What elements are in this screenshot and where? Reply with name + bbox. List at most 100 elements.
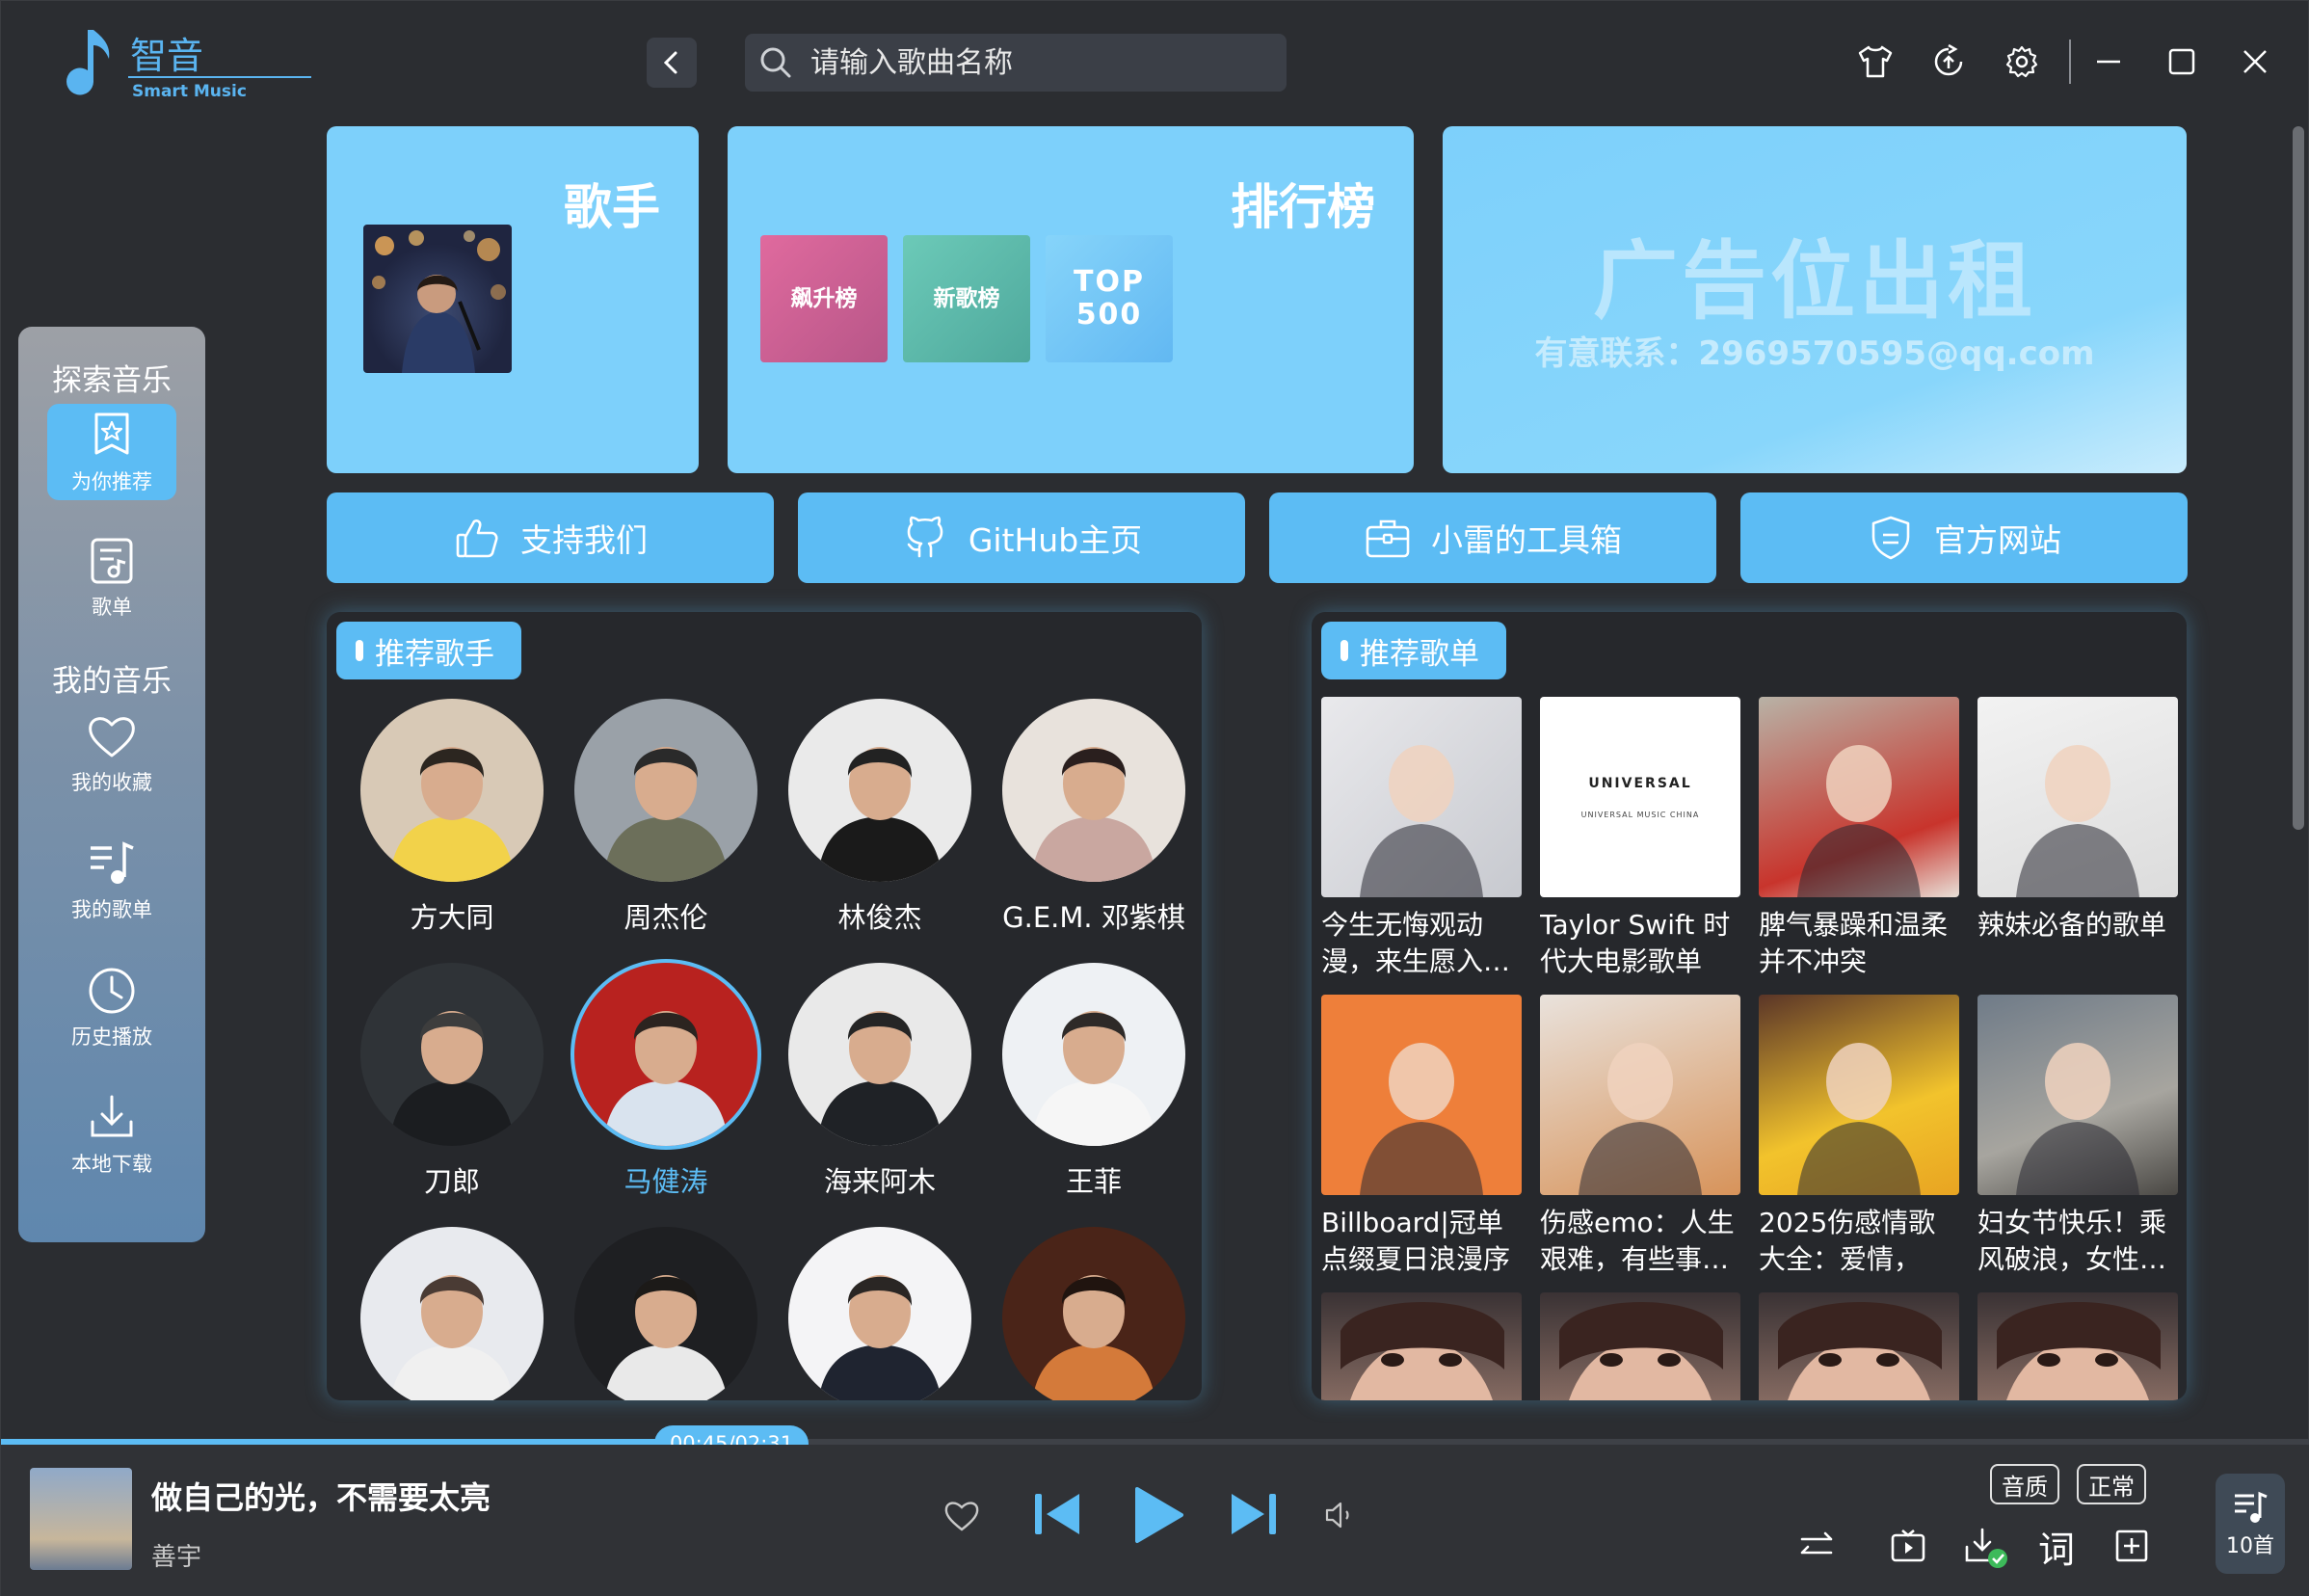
playlist-card[interactable]: 2025伤感情歌大全：爱情，他… [1759, 995, 1959, 1278]
titlebar-divider [2069, 40, 2071, 84]
maximize-icon [2168, 48, 2195, 75]
ad-banner-title: 广告位出租 [1592, 231, 2036, 331]
playlist-card[interactable]: 妇女节快乐！乘风破浪，女性… [1977, 995, 2178, 1278]
maximize-button[interactable] [2160, 40, 2204, 84]
download-song-button[interactable] [1959, 1520, 2013, 1574]
sidebar-item-history[interactable]: 历史播放 [47, 959, 176, 1055]
sidebar-item-playlists[interactable]: 歌单 [47, 529, 176, 625]
skin-button[interactable] [1853, 40, 1898, 84]
add-to-playlist-button[interactable] [2108, 1522, 2156, 1570]
artist-card[interactable]: 刀郎 [346, 963, 558, 1200]
settings-button[interactable] [2000, 40, 2044, 84]
artist-name: 方大同 [410, 901, 494, 934]
sidebar-section-explore: 探索音乐 [52, 363, 172, 398]
search-input[interactable] [810, 45, 1254, 80]
sidebar-item-favorites[interactable]: 我的收藏 [47, 705, 176, 801]
artist-card[interactable]: 林俊杰 [774, 699, 986, 936]
playlist-title: 辣妹必备的歌单 [1977, 909, 2167, 941]
artist-card[interactable]: 方大同 [346, 699, 558, 936]
artist-card[interactable]: 海来阿木 [774, 963, 986, 1200]
lyrics-button[interactable]: 词 [2032, 1522, 2081, 1571]
toolbox-button[interactable]: 小雷的工具箱 [1269, 492, 1716, 583]
play-order-button[interactable] [1793, 1522, 1842, 1570]
ad-banner-contact: 有意联系：2969570595@qq.com [1534, 334, 2095, 373]
playlist-card[interactable]: Billboard|冠单点缀夏日浪漫序章 [1321, 995, 1522, 1278]
official-site-button[interactable]: 官方网站 [1740, 492, 2188, 583]
back-button[interactable] [647, 38, 697, 88]
artist-avatar [360, 1227, 544, 1400]
volume-button[interactable] [1317, 1491, 1366, 1539]
playlist-card[interactable]: 今生无悔观动漫，来生愿入… [1321, 697, 1522, 980]
artist-avatar [788, 1227, 971, 1400]
playlist-card[interactable]: 脾气暴躁和温柔并不冲突 [1759, 697, 1959, 980]
app-window: 智音 Smart Music 探索音乐 为你推荐 歌单 [0, 0, 2309, 1596]
github-label: GitHub主页 [968, 521, 1143, 559]
app-name: 智音 [130, 35, 204, 77]
playlist-title: Billboard|冠单点缀夏日浪漫序章 [1321, 1207, 1511, 1275]
minimize-button[interactable] [2086, 40, 2131, 84]
sidebar-item-my-playlists[interactable]: 我的歌单 [47, 832, 176, 928]
sidebar-item-label: 本地下载 [71, 1153, 152, 1176]
ad-banner[interactable]: 广告位出租 有意联系：2969570595@qq.com [1443, 126, 2187, 473]
playlist-card[interactable]: UNIVERSAL UNIVERSAL MUSIC CHINA Taylor Swi… [1540, 697, 1740, 980]
artist-name: 周杰伦 [624, 901, 708, 934]
main-scrollbar[interactable] [2293, 126, 2304, 830]
support-us-button[interactable]: 支持我们 [327, 492, 774, 583]
add-box-icon [2115, 1530, 2148, 1562]
artist-card[interactable]: G.E.M. 邓紫棋 [988, 699, 1200, 936]
playlist-cover [1759, 995, 1959, 1195]
play-queue-button[interactable]: 10首 [2216, 1474, 2285, 1574]
artist-card[interactable] [774, 1227, 986, 1400]
artist-card[interactable] [988, 1227, 1200, 1400]
sidebar-item-label: 为你推荐 [71, 470, 152, 493]
clock-icon [89, 968, 135, 1014]
playlist-cover [1321, 995, 1522, 1195]
now-playing-cover[interactable] [30, 1468, 132, 1570]
like-button[interactable] [938, 1491, 986, 1539]
video-icon [1891, 1530, 1925, 1562]
now-playing-artist[interactable]: 善宇 [151, 1537, 201, 1573]
artist-card[interactable]: 马健涛 [560, 963, 772, 1200]
playlist-card[interactable] [1540, 1292, 1740, 1400]
artist-avatar [1002, 963, 1185, 1146]
playlist-card[interactable] [1321, 1292, 1522, 1400]
sidebar-item-downloads[interactable]: 本地下载 [47, 1086, 176, 1183]
now-playing-title[interactable]: 做自己的光，不需要太亮 [151, 1474, 491, 1518]
artist-avatar [574, 699, 757, 882]
sidebar-item-label: 我的歌单 [71, 898, 152, 921]
chart-tile-rising[interactable]: 飙升榜 [760, 235, 888, 362]
logo-underline [128, 76, 311, 78]
previous-button[interactable] [1028, 1485, 1086, 1543]
play-button[interactable] [1125, 1481, 1192, 1549]
search-bar[interactable] [745, 34, 1287, 92]
chart-tile-top500[interactable]: TOP 500 [1046, 235, 1173, 362]
playlist-card[interactable] [1759, 1292, 1959, 1400]
update-button[interactable] [1926, 40, 1971, 84]
sidebar-item-recommend[interactable]: 为你推荐 [47, 404, 176, 500]
sidebar-item-label: 歌单 [92, 596, 132, 619]
app-logo: 智音 Smart Music [59, 22, 319, 109]
artist-card[interactable]: 王菲 [988, 963, 1200, 1200]
audio-quality-button[interactable]: 音质 [1990, 1464, 2059, 1504]
skip-previous-icon [1035, 1494, 1079, 1534]
singer-banner[interactable]: 歌手 [327, 126, 699, 473]
playlist-card[interactable]: 伤感emo：人生艰难，有些事… [1540, 995, 1740, 1278]
play-speed-button[interactable]: 正常 [2077, 1464, 2146, 1504]
support-us-label: 支持我们 [520, 521, 648, 559]
artist-card[interactable]: 周杰伦 [560, 699, 772, 936]
next-button[interactable] [1225, 1485, 1283, 1543]
mv-button[interactable] [1884, 1522, 1932, 1570]
playlist-cover [1540, 1292, 1740, 1400]
playlist-card[interactable]: 辣妹必备的歌单 [1977, 697, 2178, 980]
download-done-icon [1965, 1528, 2007, 1568]
chart-tile-new[interactable]: 新歌榜 [903, 235, 1030, 362]
playlist-card[interactable] [1977, 1292, 2178, 1400]
playlist-title: 脾气暴躁和温柔并不冲突 [1759, 909, 1949, 977]
charts-banner[interactable]: 排行榜 飙升榜 新歌榜 TOP 500 [728, 126, 1414, 473]
github-button[interactable]: GitHub主页 [798, 492, 1245, 583]
artist-card[interactable] [560, 1227, 772, 1400]
volume-icon [1325, 1502, 1349, 1529]
cover-logo-text: UNIVERSAL [1588, 776, 1692, 791]
close-button[interactable] [2233, 40, 2277, 84]
artist-card[interactable] [346, 1227, 558, 1400]
